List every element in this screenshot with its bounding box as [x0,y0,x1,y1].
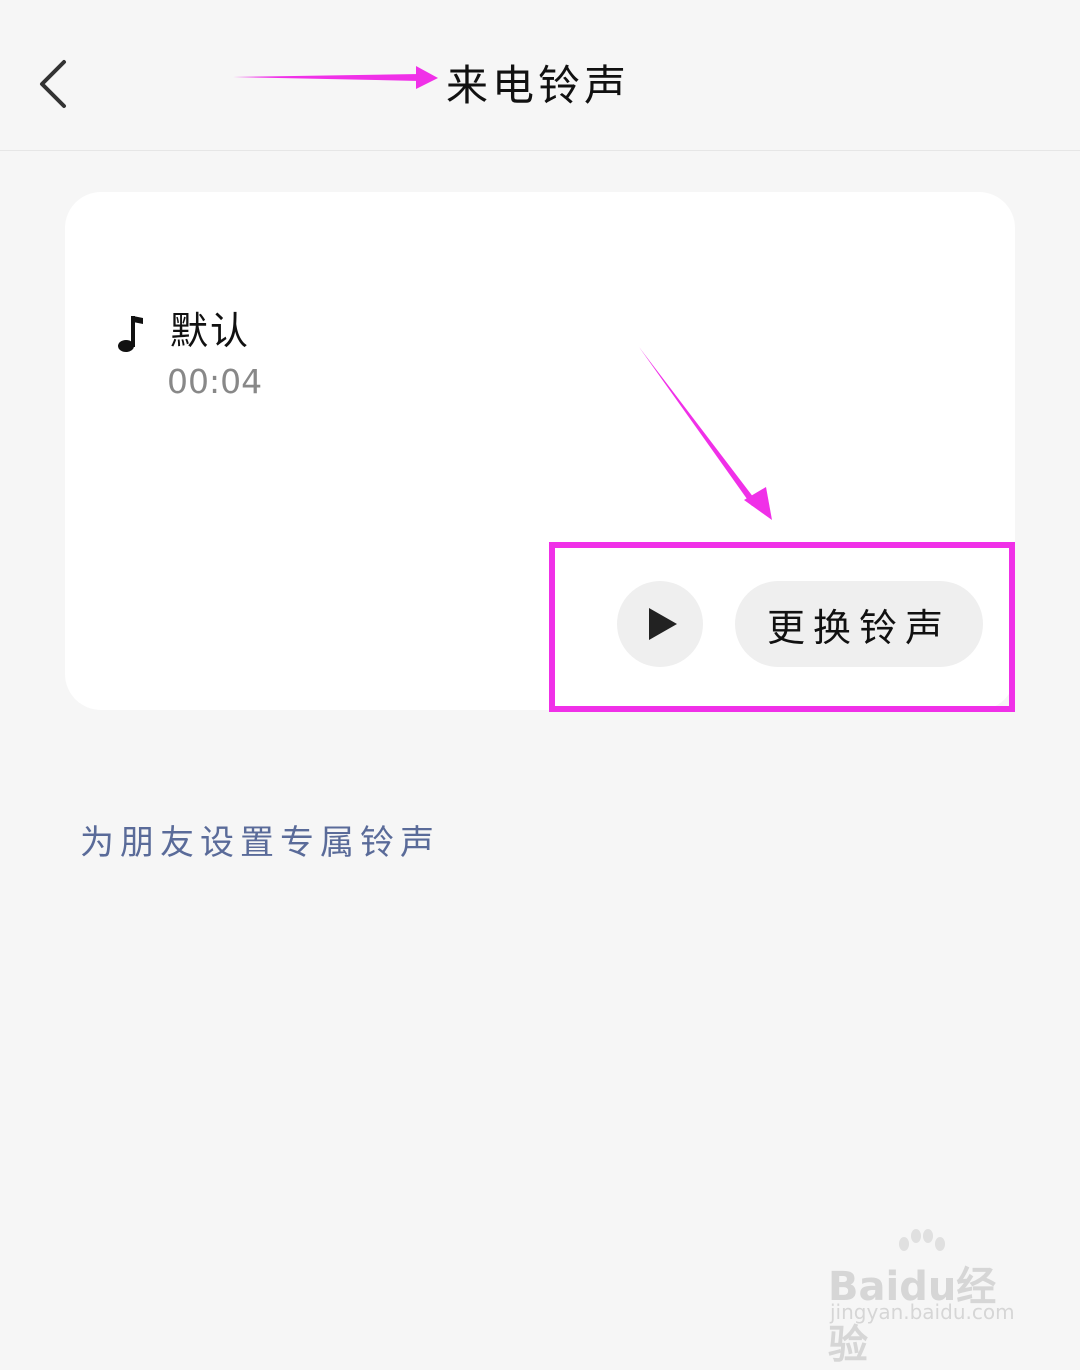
ringtone-duration: 00:04 [167,362,263,401]
page-title: 来电铃声 [446,61,631,110]
music-note-icon [118,316,143,352]
chevron-left-icon [40,60,66,108]
header-bar: 来电铃声 [0,0,1080,151]
annotation-highlight-box [549,542,1015,712]
ringtone-name: 默认 [170,309,251,353]
back-button[interactable] [30,50,80,120]
set-friend-ringtone-link[interactable]: 为朋友设置专属铃声 [80,815,440,864]
baidu-watermark: Baidu经验 jingyan.baidu.com [828,1229,1028,1368]
watermark-url: jingyan.baidu.com [830,1300,1015,1324]
